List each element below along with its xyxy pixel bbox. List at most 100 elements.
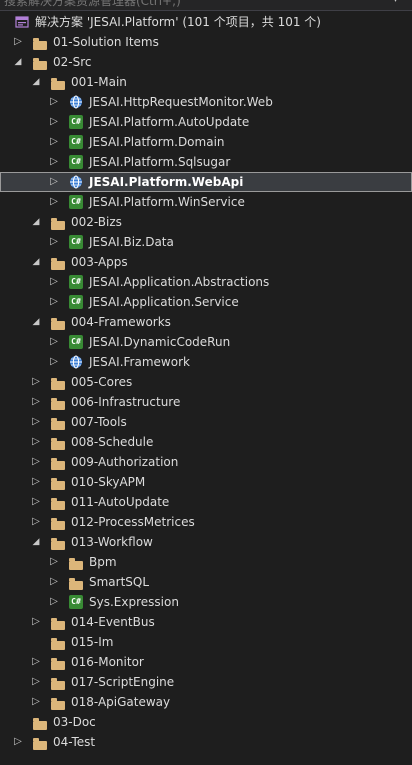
chevron-collapsed-icon[interactable]: ▷	[48, 292, 60, 312]
chevron-collapsed-icon[interactable]: ▷	[30, 432, 42, 452]
chevron-collapsed-icon[interactable]: ▷	[12, 32, 24, 52]
tree-row-folder-014-eventbus[interactable]: ▷ 014-EventBus	[0, 612, 412, 632]
tree-row-folder-008-schedule[interactable]: ▷ 008-Schedule	[0, 432, 412, 452]
chevron-expanded-icon[interactable]: ◢	[30, 252, 42, 272]
chevron-collapsed-icon[interactable]: ▷	[30, 472, 42, 492]
search-bar[interactable]: ▾	[0, 0, 412, 11]
tree-row-project-application-service[interactable]: ▷ JESAI.Application.Service	[0, 292, 412, 312]
tree-item-label: 解决方案 'JESAI.Platform' (101 个项目，共 101 个)	[35, 15, 321, 29]
chevron-collapsed-icon[interactable]: ▷	[12, 732, 24, 752]
chevron-expanded-icon[interactable]: ◢	[30, 532, 42, 552]
tree-row-project-biz-data[interactable]: ▷ JESAI.Biz.Data	[0, 232, 412, 252]
chevron-collapsed-icon[interactable]: ▷	[30, 652, 42, 672]
tree-item-label: 01-Solution Items	[53, 35, 159, 49]
chevron-collapsed-icon[interactable]: ▷	[30, 672, 42, 692]
tree-item-label: 04-Test	[53, 735, 96, 749]
tree-row-folder-02-src[interactable]: ◢ 02-Src	[0, 52, 412, 72]
chevron-collapsed-icon[interactable]: ▷	[48, 592, 60, 612]
tree-row-folder-012-processmetrices[interactable]: ▷ 012-ProcessMetrices	[0, 512, 412, 532]
chevron-collapsed-icon[interactable]: ▷	[30, 392, 42, 412]
tree-item-label: JESAI.Platform.Sqlsugar	[89, 155, 231, 169]
tree-row-project-platform-autoupdate[interactable]: ▷ JESAI.Platform.AutoUpdate	[0, 112, 412, 132]
chevron-collapsed-icon[interactable]: ▷	[30, 512, 42, 532]
csharp-project-icon	[68, 275, 84, 289]
tree-row-project-dynamiccoderun[interactable]: ▷ JESAI.DynamicCodeRun	[0, 332, 412, 352]
tree-row-folder-017-scriptengine[interactable]: ▷ 017-ScriptEngine	[0, 672, 412, 692]
tree-row-folder-005-cores[interactable]: ▷ 005-Cores	[0, 372, 412, 392]
solution-explorer-tree: 解决方案 'JESAI.Platform' (101 个项目，共 101 个) ▷…	[0, 12, 412, 752]
web-project-icon	[68, 175, 84, 189]
chevron-collapsed-icon[interactable]: ▷	[30, 492, 42, 512]
tree-row-folder-007-tools[interactable]: ▷ 007-Tools	[0, 412, 412, 432]
tree-row-project-framework[interactable]: ▷ JESAI.Framework	[0, 352, 412, 372]
tree-item-label: 006-Infrastructure	[71, 395, 181, 409]
tree-row-folder-011-autoupdate[interactable]: ▷ 011-AutoUpdate	[0, 492, 412, 512]
tree-row-folder-03-doc[interactable]: 03-Doc	[0, 712, 412, 732]
tree-item-label: 016-Monitor	[71, 655, 144, 669]
tree-row-project-httprequestmonitor-web[interactable]: ▷ JESAI.HttpRequestMonitor.Web	[0, 92, 412, 112]
folder-icon	[50, 215, 66, 230]
tree-item-label: JESAI.Platform.WebApi	[89, 175, 244, 189]
chevron-collapsed-icon[interactable]: ▷	[48, 92, 60, 112]
csharp-project-icon	[68, 335, 84, 349]
tree-item-label: JESAI.HttpRequestMonitor.Web	[89, 95, 273, 109]
chevron-collapsed-icon[interactable]: ▷	[48, 152, 60, 172]
tree-row-folder-003-apps[interactable]: ◢ 003-Apps	[0, 252, 412, 272]
tree-row-folder-001-main[interactable]: ◢ 001-Main	[0, 72, 412, 92]
tree-row-folder-009-authorization[interactable]: ▷ 009-Authorization	[0, 452, 412, 472]
chevron-collapsed-icon[interactable]: ▷	[48, 172, 60, 192]
tree-row-folder-002-bizs[interactable]: ◢ 002-Bizs	[0, 212, 412, 232]
search-options-dropdown-icon[interactable]: ▾	[393, 0, 398, 5]
search-input[interactable]	[4, 0, 364, 9]
chevron-collapsed-icon[interactable]: ▷	[30, 452, 42, 472]
tree-row-folder-010-skyapm[interactable]: ▷ 010-SkyAPM	[0, 472, 412, 492]
chevron-collapsed-icon[interactable]: ▷	[48, 232, 60, 252]
tree-row-folder-04-test[interactable]: ▷ 04-Test	[0, 732, 412, 752]
folder-icon	[50, 615, 66, 630]
chevron-collapsed-icon[interactable]: ▷	[30, 612, 42, 632]
tree-item-label: JESAI.Platform.WinService	[89, 195, 245, 209]
tree-row-project-platform-webapi[interactable]: ▷ JESAI.Platform.WebApi	[0, 172, 412, 192]
chevron-expanded-icon[interactable]: ◢	[12, 52, 24, 72]
tree-row-folder-smartsql[interactable]: ▷ SmartSQL	[0, 572, 412, 592]
tree-row-folder-01-solution-items[interactable]: ▷ 01-Solution Items	[0, 32, 412, 52]
chevron-expanded-icon[interactable]: ◢	[30, 212, 42, 232]
chevron-collapsed-icon[interactable]: ▷	[48, 572, 60, 592]
tree-row-folder-018-apigateway[interactable]: ▷ 018-ApiGateway	[0, 692, 412, 712]
chevron-collapsed-icon[interactable]: ▷	[48, 112, 60, 132]
tree-item-label: JESAI.Application.Service	[89, 295, 239, 309]
tree-row-solution-root[interactable]: 解决方案 'JESAI.Platform' (101 个项目，共 101 个)	[0, 12, 412, 32]
tree-row-project-platform-winservice[interactable]: ▷ JESAI.Platform.WinService	[0, 192, 412, 212]
csharp-project-icon	[68, 595, 84, 609]
tree-row-project-platform-sqlsugar[interactable]: ▷ JESAI.Platform.Sqlsugar	[0, 152, 412, 172]
folder-icon	[50, 75, 66, 90]
tree-row-project-platform-domain[interactable]: ▷ JESAI.Platform.Domain	[0, 132, 412, 152]
chevron-collapsed-icon[interactable]: ▷	[48, 132, 60, 152]
chevron-collapsed-icon[interactable]: ▷	[48, 332, 60, 352]
tree-row-folder-013-workflow[interactable]: ◢ 013-Workflow	[0, 532, 412, 552]
chevron-collapsed-icon[interactable]: ▷	[48, 552, 60, 572]
tree-row-project-sys-expression[interactable]: ▷ Sys.Expression	[0, 592, 412, 612]
chevron-expanded-icon[interactable]: ◢	[30, 72, 42, 92]
chevron-collapsed-icon[interactable]: ▷	[48, 352, 60, 372]
tree-item-label: JESAI.Platform.Domain	[89, 135, 225, 149]
folder-icon	[50, 395, 66, 410]
folder-icon	[50, 375, 66, 390]
chevron-collapsed-icon[interactable]: ▷	[30, 412, 42, 432]
chevron-expanded-icon[interactable]: ◢	[30, 312, 42, 332]
tree-row-folder-006-infrastructure[interactable]: ▷ 006-Infrastructure	[0, 392, 412, 412]
tree-row-folder-bpm[interactable]: ▷ Bpm	[0, 552, 412, 572]
folder-icon	[50, 455, 66, 470]
chevron-collapsed-icon[interactable]: ▷	[30, 372, 42, 392]
chevron-collapsed-icon[interactable]: ▷	[30, 692, 42, 712]
chevron-collapsed-icon[interactable]: ▷	[48, 192, 60, 212]
tree-item-label: 005-Cores	[71, 375, 133, 389]
tree-row-folder-015-im[interactable]: 015-Im	[0, 632, 412, 652]
chevron-collapsed-icon[interactable]: ▷	[48, 272, 60, 292]
tree-row-project-application-abstractions[interactable]: ▷ JESAI.Application.Abstractions	[0, 272, 412, 292]
tree-row-folder-004-frameworks[interactable]: ◢ 004-Frameworks	[0, 312, 412, 332]
tree-row-folder-016-monitor[interactable]: ▷ 016-Monitor	[0, 652, 412, 672]
csharp-project-icon	[68, 295, 84, 309]
folder-icon	[32, 55, 48, 70]
tree-item-label: 003-Apps	[71, 255, 128, 269]
